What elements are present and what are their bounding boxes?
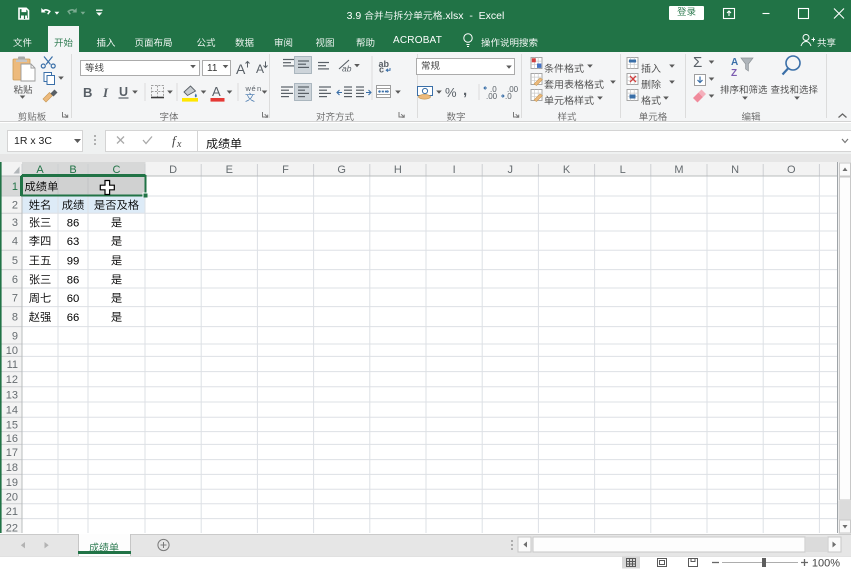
svg-text:C: C [113, 164, 121, 176]
svg-text:成绩: 成绩 [62, 199, 85, 212]
svg-text:19: 19 [6, 477, 18, 489]
svg-text:3: 3 [12, 217, 18, 229]
svg-text:c: c [379, 65, 384, 75]
svg-text:王五: 王五 [29, 255, 52, 267]
svg-text:李四: 李四 [29, 235, 52, 248]
svg-text:Z: Z [731, 68, 737, 79]
svg-text:D: D [169, 164, 177, 176]
svg-text:ab: ab [342, 64, 352, 74]
svg-text:7: 7 [12, 292, 18, 304]
svg-text:11: 11 [7, 359, 18, 371]
svg-text:18: 18 [6, 462, 18, 474]
svg-text:是: 是 [111, 312, 122, 324]
svg-text:A: A [731, 57, 738, 68]
svg-text:A: A [236, 61, 246, 77]
svg-text:n: n [257, 84, 261, 93]
svg-text:é: é [252, 84, 256, 93]
svg-text:,: , [463, 82, 467, 99]
svg-text:86: 86 [67, 218, 80, 230]
svg-text:姓名: 姓名 [29, 199, 52, 212]
svg-text:E: E [226, 164, 233, 176]
svg-text:86: 86 [67, 274, 80, 286]
svg-text:x: x [176, 139, 182, 150]
svg-text:张三: 张三 [29, 273, 52, 286]
svg-text:I: I [453, 164, 456, 176]
svg-text:6: 6 [12, 274, 18, 286]
svg-text:13: 13 [6, 389, 18, 401]
svg-text:B: B [83, 85, 92, 100]
svg-text:O: O [787, 164, 796, 176]
svg-text:9: 9 [12, 330, 18, 342]
svg-text:4: 4 [12, 236, 18, 248]
svg-text:A: A [256, 62, 264, 76]
svg-text:F: F [282, 164, 289, 176]
svg-text:J: J [508, 164, 514, 176]
svg-text:L: L [620, 164, 626, 176]
svg-text:w: w [245, 84, 252, 93]
svg-text:21: 21 [6, 506, 18, 518]
svg-text:K: K [563, 164, 571, 176]
svg-text:%: % [445, 85, 457, 100]
svg-text:1: 1 [12, 181, 18, 193]
svg-text:是: 是 [111, 274, 122, 286]
svg-text:A: A [36, 164, 44, 176]
svg-text:张三: 张三 [29, 217, 52, 230]
svg-text:2: 2 [12, 200, 18, 212]
svg-text:M: M [674, 164, 683, 176]
svg-text:16: 16 [6, 433, 18, 445]
svg-text:是: 是 [111, 218, 122, 230]
svg-text:周七: 周七 [29, 292, 52, 305]
svg-text:8: 8 [12, 312, 18, 324]
svg-text:H: H [394, 164, 402, 176]
svg-text:99: 99 [67, 255, 80, 267]
svg-text:15: 15 [6, 419, 18, 431]
svg-text:.00: .00 [486, 92, 498, 101]
svg-text:14: 14 [6, 405, 18, 417]
svg-text:B: B [69, 164, 76, 176]
svg-text:63: 63 [67, 236, 80, 248]
svg-text:A: A [212, 84, 221, 99]
svg-text:I: I [102, 85, 109, 100]
svg-text:10: 10 [6, 345, 18, 357]
svg-text:是否及格: 是否及格 [94, 199, 140, 212]
svg-text:U: U [119, 85, 128, 99]
svg-text:5: 5 [12, 255, 18, 267]
svg-text:G: G [337, 164, 346, 176]
svg-text:Σ: Σ [693, 54, 702, 71]
svg-text:是: 是 [111, 236, 122, 248]
svg-text:是: 是 [111, 293, 122, 305]
svg-text:66: 66 [67, 312, 80, 324]
svg-text:成绩单: 成绩单 [25, 181, 59, 194]
svg-text:N: N [731, 164, 739, 176]
svg-text:.0: .0 [505, 92, 512, 101]
svg-text:赵强: 赵强 [29, 311, 52, 324]
svg-text:是: 是 [111, 255, 122, 267]
svg-text:100%: 100% [812, 558, 840, 569]
svg-text:17: 17 [6, 447, 18, 459]
svg-text:22: 22 [6, 522, 18, 534]
svg-text:60: 60 [67, 293, 80, 305]
svg-text:12: 12 [6, 374, 18, 386]
svg-text:20: 20 [6, 491, 18, 503]
